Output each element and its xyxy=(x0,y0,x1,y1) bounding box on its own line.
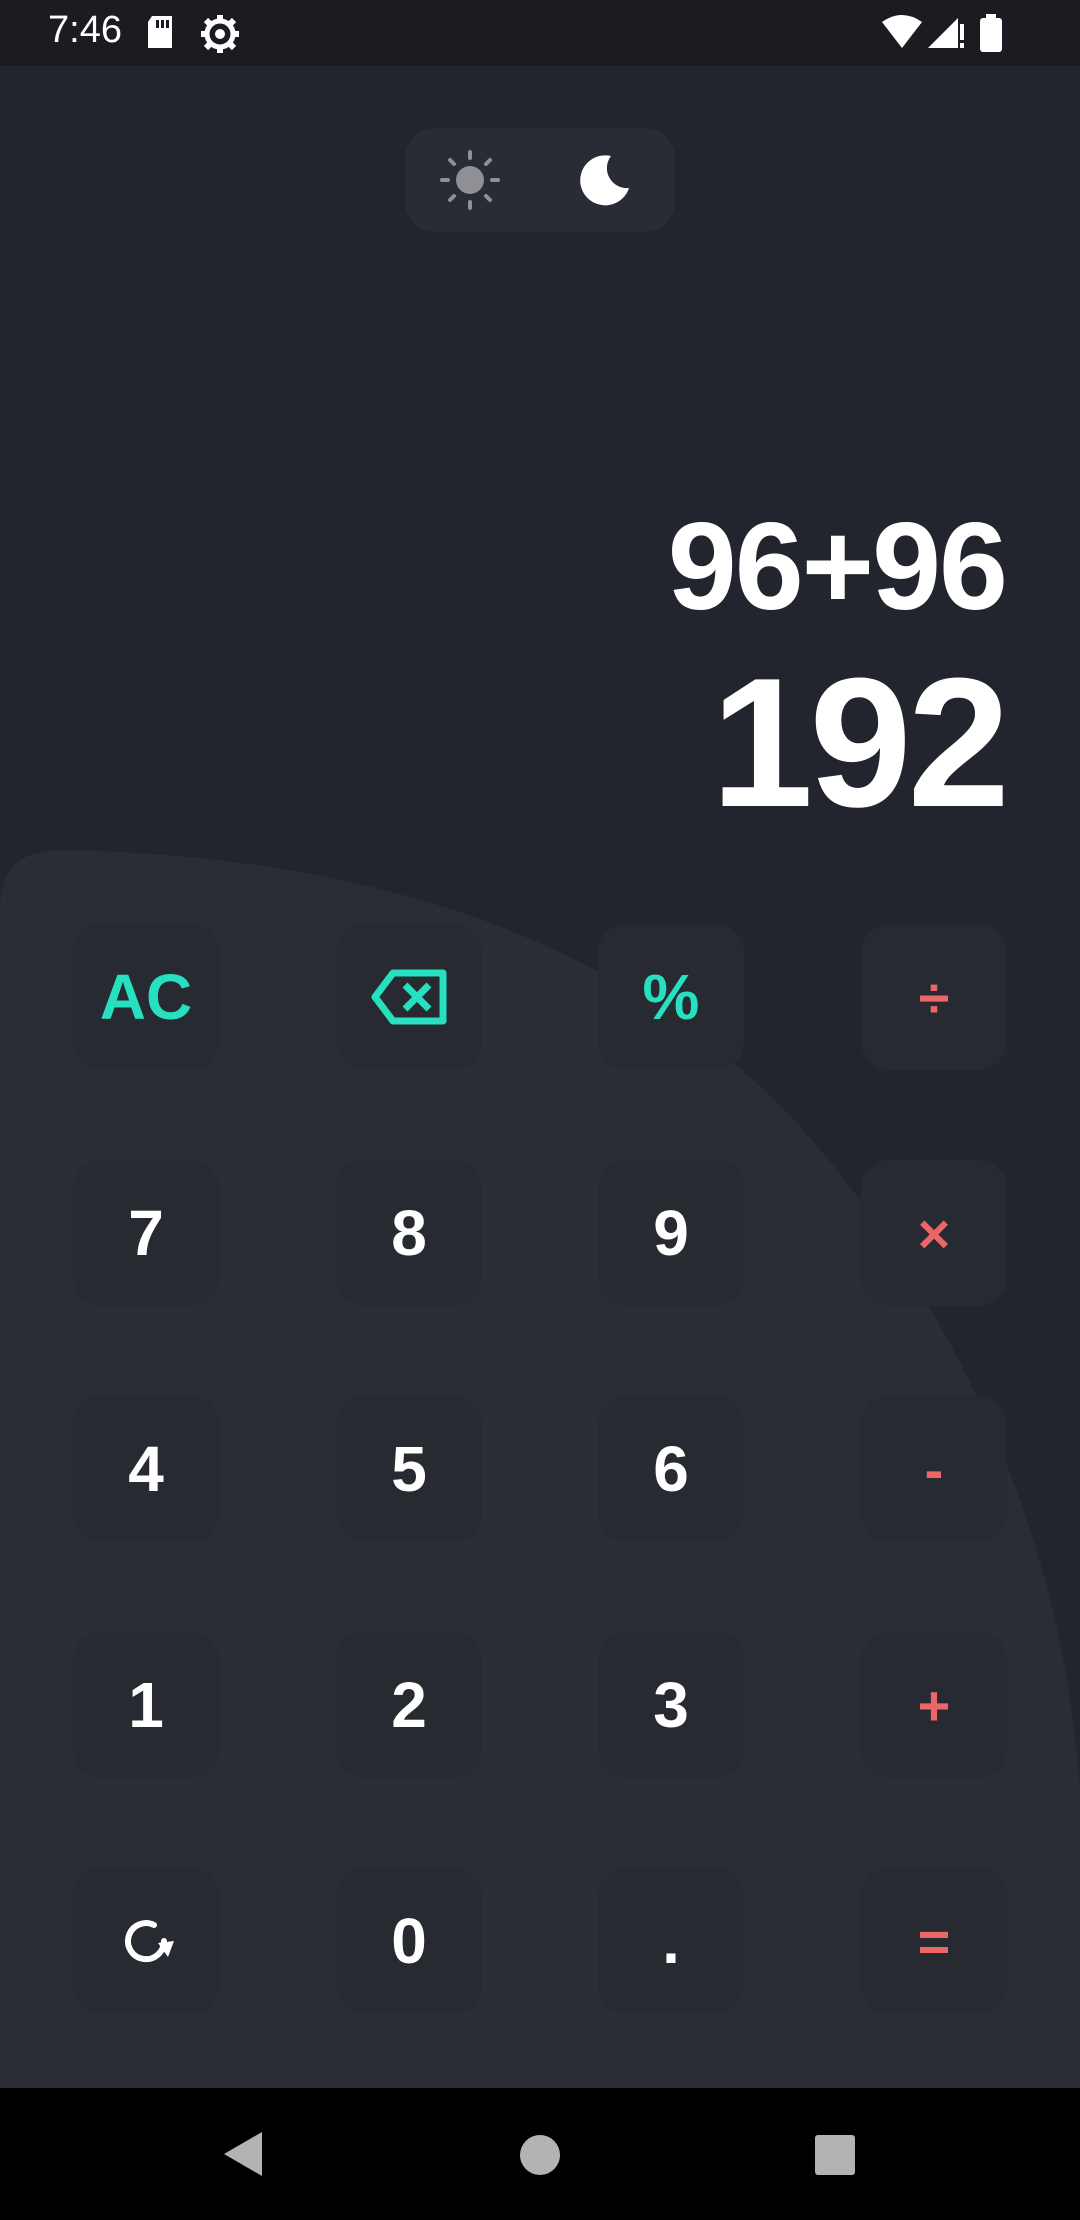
history-rotate-icon xyxy=(125,1920,174,1963)
digit-9-button[interactable]: 9 xyxy=(598,1160,744,1306)
digit-3-button[interactable]: 3 xyxy=(598,1632,744,1778)
backspace-icon xyxy=(371,969,447,1025)
digit-4-button[interactable]: 4 xyxy=(73,1396,219,1542)
home-circle-icon[interactable] xyxy=(519,2134,561,2176)
digit-1-button[interactable]: 1 xyxy=(73,1632,219,1778)
expression-display: 96+96 xyxy=(667,498,1008,636)
calculator-screen: 96+96 192 AC % ÷ 7 8 9 × 4 5 6 - 1 2 3 +… xyxy=(0,66,1080,2088)
digit-2-button[interactable]: 2 xyxy=(336,1632,482,1778)
status-bar: 7:46 xyxy=(0,0,1080,66)
add-button[interactable]: + xyxy=(861,1632,1007,1778)
sd-card-icon xyxy=(148,16,172,48)
equals-button[interactable]: = xyxy=(861,1868,1007,2014)
subtract-button[interactable]: - xyxy=(861,1396,1007,1542)
multiply-button[interactable]: × xyxy=(861,1160,1007,1306)
divide-button[interactable]: ÷ xyxy=(861,924,1007,1070)
battery-icon xyxy=(980,14,1002,52)
result-display: 192 xyxy=(711,639,1010,845)
settings-gear-icon xyxy=(201,15,239,53)
navigation-bar xyxy=(0,2088,1080,2220)
light-mode-sun-icon[interactable] xyxy=(440,150,500,210)
dark-mode-moon-icon[interactable] xyxy=(573,150,633,210)
history-button[interactable] xyxy=(73,1868,219,2014)
percent-button[interactable]: % xyxy=(598,924,744,1070)
theme-toggle xyxy=(405,128,675,232)
recents-square-icon[interactable] xyxy=(814,2134,856,2176)
digit-0-button[interactable]: 0 xyxy=(336,1868,482,2014)
cellular-signal-icon xyxy=(928,18,964,48)
digit-5-button[interactable]: 5 xyxy=(336,1396,482,1542)
backspace-button[interactable] xyxy=(336,924,482,1070)
digit-7-button[interactable]: 7 xyxy=(73,1160,219,1306)
digit-6-button[interactable]: 6 xyxy=(598,1396,744,1542)
status-time: 7:46 xyxy=(48,9,122,51)
wifi-icon xyxy=(882,15,922,48)
back-triangle-icon[interactable] xyxy=(222,2130,264,2178)
digit-8-button[interactable]: 8 xyxy=(336,1160,482,1306)
all-clear-button[interactable]: AC xyxy=(73,924,219,1070)
decimal-point-button[interactable]: . xyxy=(598,1868,744,2014)
